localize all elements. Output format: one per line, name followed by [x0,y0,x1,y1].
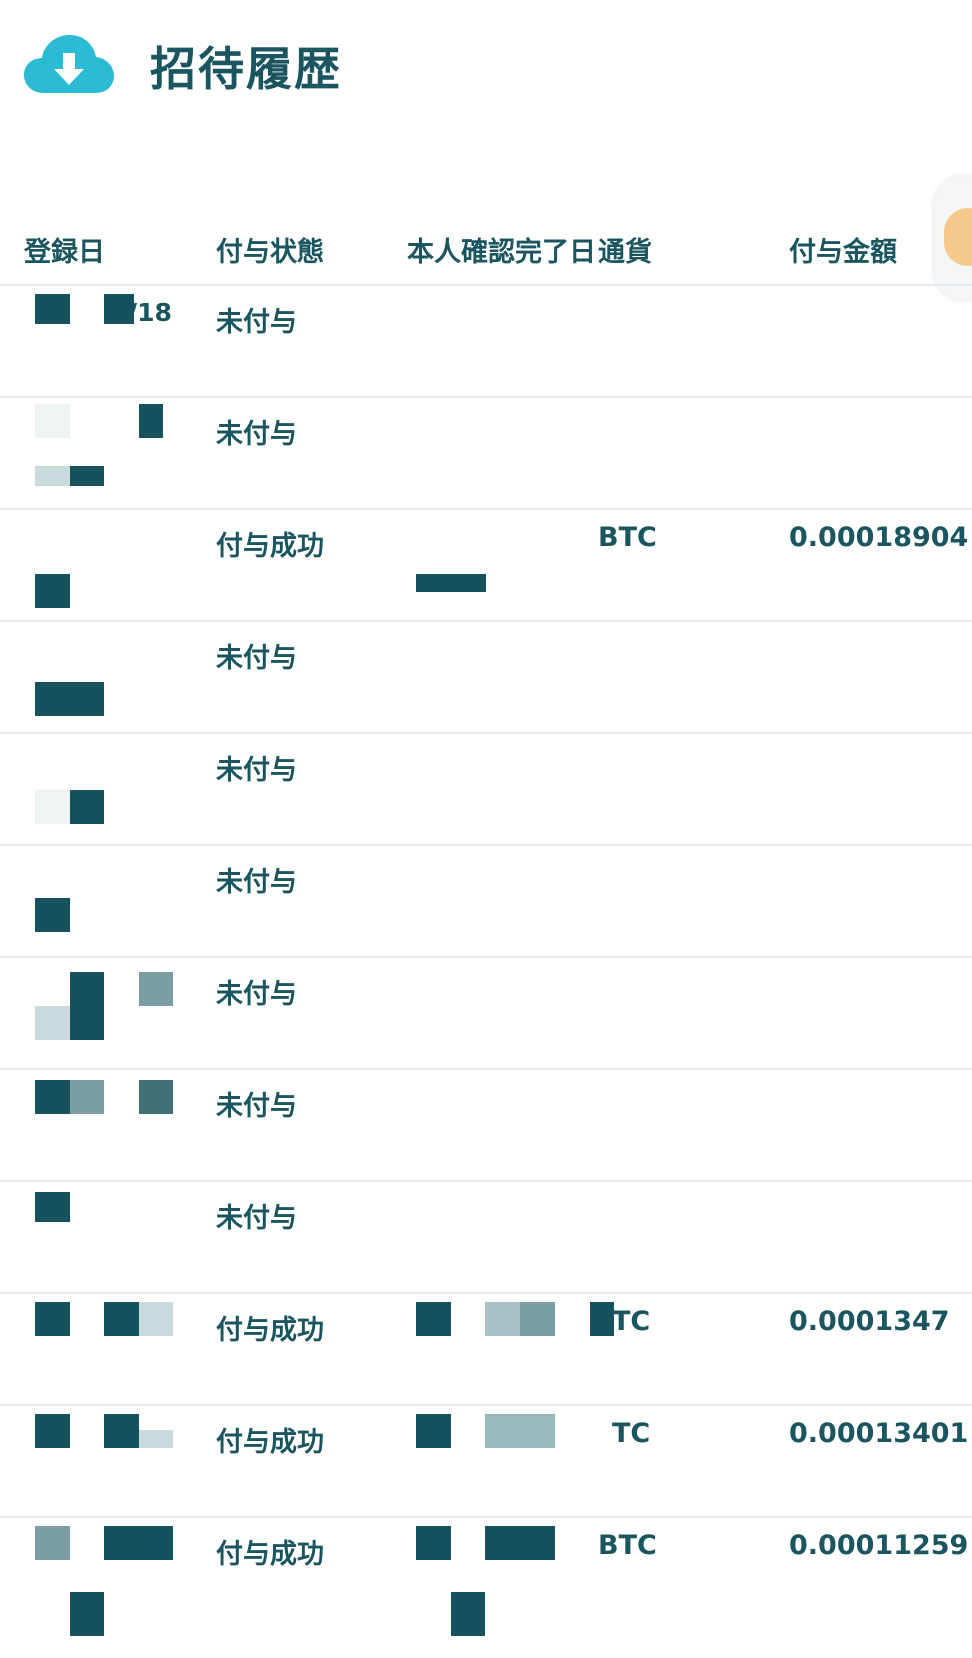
redacted-date [139,1430,173,1448]
redacted-date [35,574,70,608]
table-row[interactable]: 未付与 [0,734,972,846]
redacted-date [70,1592,104,1636]
redacted-date [104,1526,173,1560]
redacted-date [35,1006,70,1040]
cloud-download-icon [24,35,114,93]
table-row[interactable]: /18 未付与 [0,286,972,398]
redacted-date [35,1414,70,1448]
redacted-currency [590,1302,614,1336]
redacted-verified-date [416,1526,451,1560]
redacted-date [35,682,104,716]
table-row[interactable]: 未付与 [0,846,972,958]
redacted-date [35,898,70,932]
amount-cell: 0.00011259 [789,1530,969,1561]
currency-cell: TC [612,1418,651,1449]
redacted-verified-date [520,1302,555,1336]
redacted-date [35,404,70,438]
redacted-date [35,1192,70,1222]
redacted-verified-date [485,1526,555,1560]
redacted-date [35,1080,70,1114]
status-cell: 付与成功 [216,1427,324,1458]
redacted-verified-date [485,1414,555,1448]
status-cell: 未付与 [216,307,297,338]
currency-cell: BTC [598,522,657,553]
redacted-date [35,1302,70,1336]
redacted-verified-date [416,1414,451,1448]
table-row[interactable]: 未付与 [0,622,972,734]
amount-cell: 0.0001347 [789,1306,950,1337]
redacted-verified-date [416,1302,451,1336]
redacted-date [70,972,104,1040]
table-row[interactable]: 未付与 [0,398,972,510]
status-cell: 付与成功 [216,531,324,562]
column-header-verified: 本人確認完了日 [407,237,596,268]
redacted-date [139,1302,173,1336]
page-header: 招待履歴 [24,28,342,104]
table-row[interactable]: 未付与 [0,1070,972,1182]
table-row[interactable]: 付与成功 TC 0.0001347 [0,1294,972,1406]
page-title: 招待履歴 [150,42,342,96]
status-cell: 未付与 [216,755,297,786]
table-row[interactable]: 付与成功 BTC 0.00018904 [0,510,972,622]
invite-history-table: 登録日 付与状態 本人確認完了日 通貨 付与金額 /18 未付与 未付与 付与成… [0,200,972,1658]
table-row[interactable]: 付与成功 BTC 0.00011259 [0,1518,972,1658]
column-header-status: 付与状態 [216,237,324,268]
status-cell: 未付与 [216,1203,297,1234]
redacted-date [139,1080,173,1114]
status-cell: 未付与 [216,643,297,674]
table-row[interactable]: 未付与 [0,1182,972,1294]
amount-cell: 0.00018904 [789,522,969,553]
currency-cell: TC [612,1306,651,1337]
redacted-date [35,790,70,824]
column-header-currency: 通貨 [598,237,652,268]
redacted-date [35,466,70,486]
amount-cell: 0.00013401 [789,1418,969,1449]
redacted-date [139,972,173,1006]
redacted-date [104,1414,139,1448]
table-row[interactable]: 未付与 [0,958,972,1070]
status-cell: 付与成功 [216,1315,324,1346]
redacted-verified-date [485,1302,520,1336]
redacted-date [70,466,104,486]
redacted-date [35,294,70,324]
redacted-verified-date [451,1592,485,1636]
status-cell: 付与成功 [216,1539,324,1570]
registered-date: /18 [128,298,172,327]
table-header: 登録日 付与状態 本人確認完了日 通貨 付与金額 [0,200,972,286]
redacted-date [35,1526,70,1560]
redacted-date [139,404,163,438]
table-row[interactable]: 付与成功 TC 0.00013401 [0,1406,972,1518]
status-cell: 未付与 [216,979,297,1010]
currency-cell: BTC [598,1530,657,1561]
redacted-date [104,1302,139,1336]
status-cell: 未付与 [216,419,297,450]
redacted-date [70,1080,104,1114]
redacted-verified-date [416,574,486,592]
column-header-amount: 付与金額 [789,237,897,268]
status-cell: 未付与 [216,1091,297,1122]
column-header-registered: 登録日 [24,237,105,268]
status-cell: 未付与 [216,867,297,898]
redacted-date [70,790,104,824]
